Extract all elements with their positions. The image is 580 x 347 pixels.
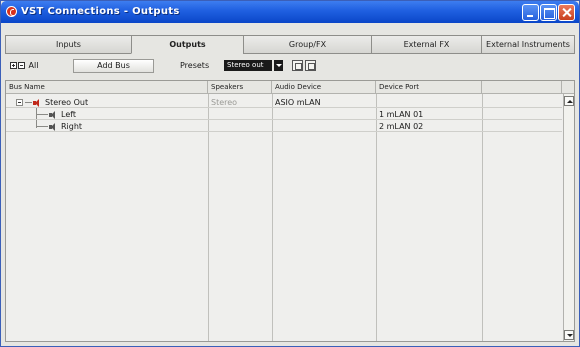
column-header-audio-device[interactable]: Audio Device <box>272 81 376 94</box>
tab-bar: Inputs Outputs Group/FX External FX Exte… <box>5 35 575 54</box>
tab-external-fx[interactable]: External FX <box>371 35 481 54</box>
tree-connector <box>36 126 48 127</box>
column-header-empty <box>482 81 562 94</box>
minimize-button[interactable] <box>522 4 539 21</box>
audio-device-value[interactable] <box>272 121 275 132</box>
title-bar[interactable]: VST Connections - Outputs <box>1 1 579 23</box>
scroll-down-arrow-icon[interactable] <box>564 330 574 340</box>
presets-label: Presets <box>180 61 210 70</box>
table-row[interactable]: Stereo Out Stereo ASIO mLAN <box>6 97 562 108</box>
app-icon <box>6 6 17 17</box>
vst-connections-window: VST Connections - Outputs Inputs Outputs… <box>0 0 580 347</box>
collapse-all-icon[interactable] <box>18 62 25 69</box>
tab-inputs[interactable]: Inputs <box>5 35 131 54</box>
bus-name[interactable]: Right <box>58 121 82 132</box>
speaker-icon <box>33 99 41 107</box>
device-port-value[interactable]: 1 mLAN 01 <box>376 109 423 120</box>
save-preset-icon[interactable] <box>292 60 303 71</box>
device-port-value[interactable] <box>376 97 379 108</box>
device-port-value[interactable]: 2 mLAN 02 <box>376 121 423 132</box>
speakers-value: Stereo <box>211 98 238 107</box>
tab-outputs[interactable]: Outputs <box>131 35 243 54</box>
speakers-value <box>208 121 211 132</box>
preset-dropdown-arrow-icon[interactable] <box>274 60 283 71</box>
expand-collapse-all[interactable]: All <box>10 61 38 70</box>
vertical-scrollbar[interactable] <box>563 94 574 341</box>
audio-device-value[interactable]: ASIO mLAN <box>272 97 321 108</box>
window-title: VST Connections - Outputs <box>21 6 180 17</box>
close-button[interactable] <box>558 4 575 21</box>
speakers-value <box>208 109 211 120</box>
bus-name[interactable]: Stereo Out <box>42 97 88 108</box>
table-row[interactable]: Right 2 mLAN 02 <box>6 121 562 132</box>
speaker-icon <box>49 111 57 119</box>
audio-device-value[interactable] <box>272 109 275 120</box>
remove-preset-icon[interactable] <box>305 60 316 71</box>
maximize-button[interactable] <box>540 4 557 21</box>
all-label: All <box>28 61 39 70</box>
table-row[interactable]: Left 1 mLAN 01 <box>6 109 562 120</box>
expand-all-icon[interactable] <box>10 62 17 69</box>
toolbar: All Add Bus Presets Stereo out <box>5 58 575 76</box>
tree-connector <box>36 114 48 115</box>
column-header-bus-name[interactable]: Bus Name <box>6 81 208 94</box>
table-header: Bus Name Speakers Audio Device Device Po… <box>6 81 574 94</box>
preset-select[interactable]: Stereo out <box>224 60 272 71</box>
column-header-device-port[interactable]: Device Port <box>376 81 482 94</box>
bus-table: Bus Name Speakers Audio Device Device Po… <box>5 80 575 342</box>
scroll-up-arrow-icon[interactable] <box>564 96 574 106</box>
speaker-icon <box>49 123 57 131</box>
add-bus-button[interactable]: Add Bus <box>73 59 154 73</box>
collapse-node-icon[interactable] <box>16 99 23 106</box>
tree-connector <box>25 102 32 103</box>
tab-external-instruments[interactable]: External Instruments <box>481 35 575 54</box>
tab-group-fx[interactable]: Group/FX <box>243 35 371 54</box>
bus-name[interactable]: Left <box>58 109 76 120</box>
column-header-speakers[interactable]: Speakers <box>208 81 272 94</box>
